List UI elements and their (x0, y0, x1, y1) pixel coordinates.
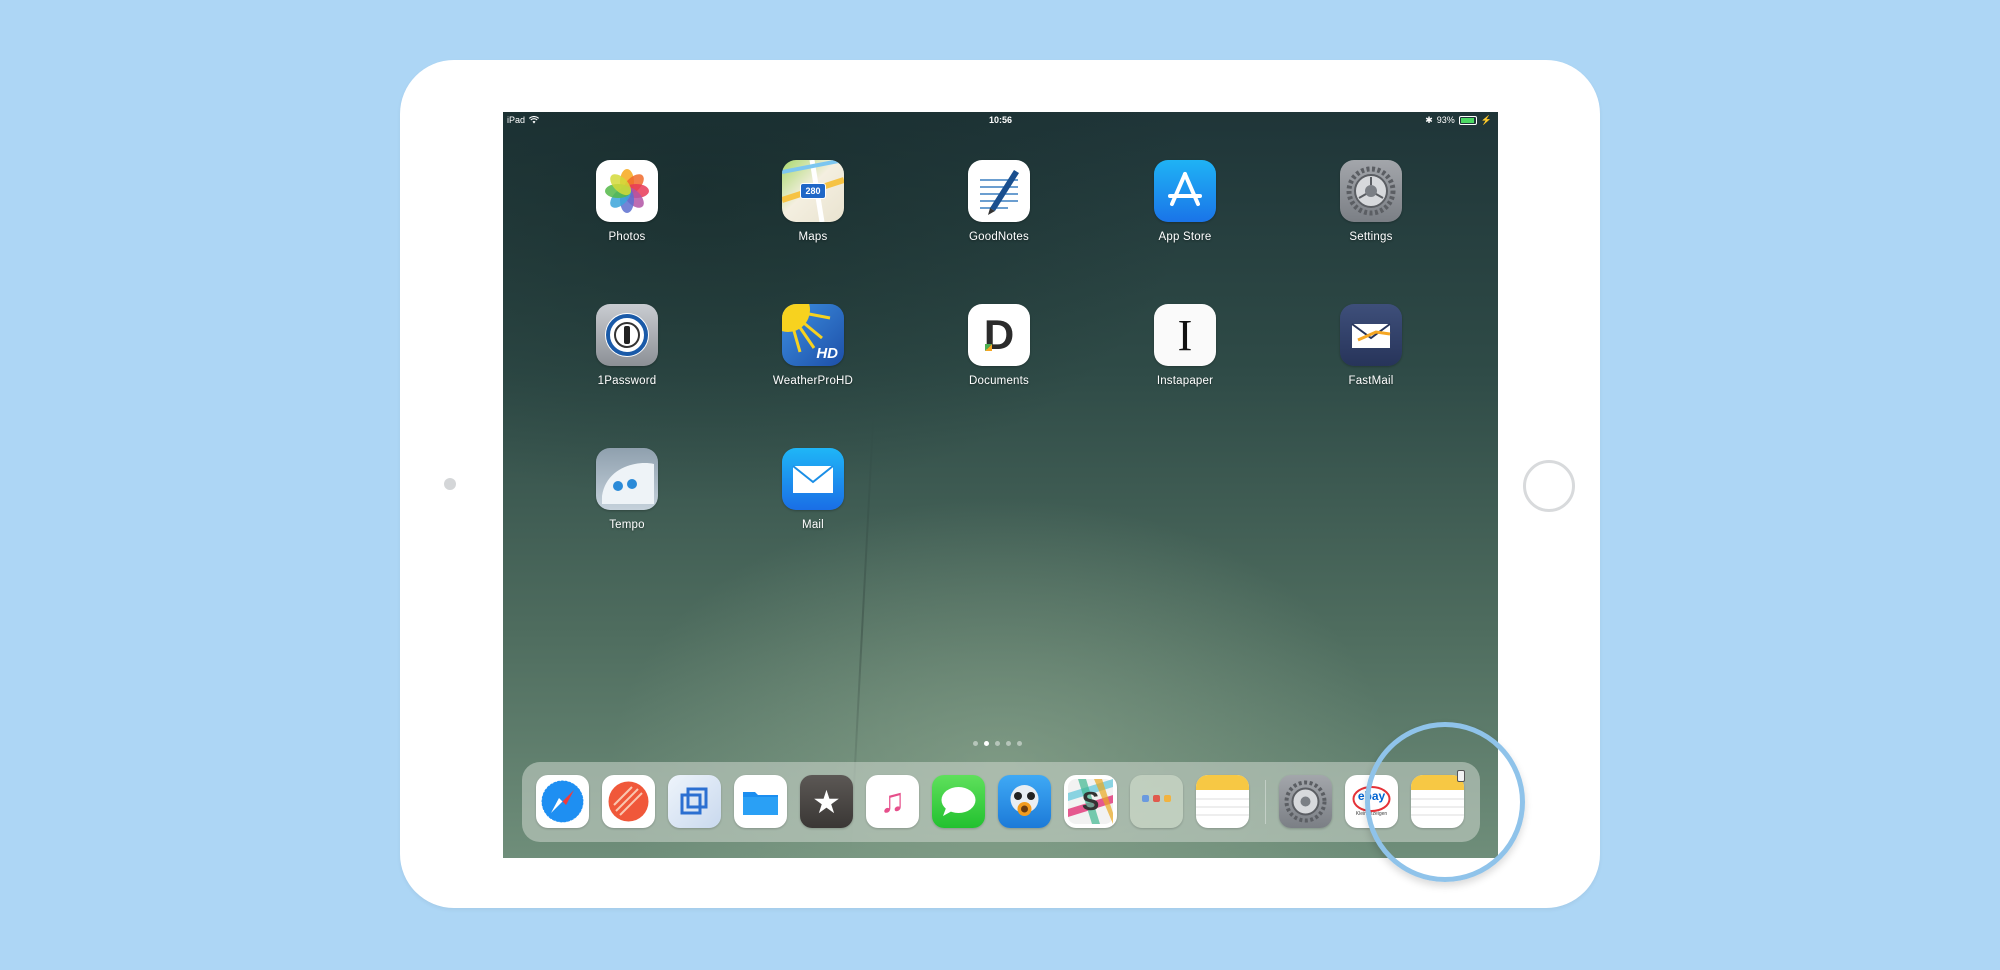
dock-divider (1265, 780, 1266, 824)
maps-badge: 280 (782, 160, 844, 222)
status-time: 10:56 (988, 115, 1013, 125)
safari-icon[interactable] (536, 775, 589, 828)
front-camera (444, 478, 456, 490)
app-label: Settings (1349, 231, 1393, 243)
dock: ★ ♫ S ebay Kleinanzeigen (522, 762, 1480, 842)
app-store-icon (1154, 160, 1216, 222)
app-photos[interactable]: Photos (562, 160, 692, 243)
settings-icon (1340, 160, 1402, 222)
tempo-icon (596, 448, 658, 510)
screens-icon[interactable] (602, 775, 655, 828)
weatherpro-badge: HD (816, 345, 838, 362)
app-label: Tempo (609, 519, 645, 531)
app-label: Mail (802, 519, 824, 531)
maps-icon: 280 (782, 160, 844, 222)
app-tempo[interactable]: Tempo (562, 448, 692, 531)
app-label: App Store (1158, 231, 1212, 243)
slack-glyph: S (1081, 786, 1100, 816)
status-bar: iPad 10:56 ✱ 93% ⚡ (503, 112, 1498, 128)
tweetbot-icon[interactable] (998, 775, 1051, 828)
app-weatherprohd[interactable]: HD WeatherProHD (748, 304, 878, 387)
page-dot[interactable] (1017, 741, 1022, 746)
app-documents[interactable]: D Documents (934, 304, 1064, 387)
star-glyph: ★ (812, 783, 841, 820)
music-icon[interactable]: ♫ (866, 775, 919, 828)
instapaper-icon: I (1154, 304, 1216, 366)
1password-icon (596, 304, 658, 366)
app-settings[interactable]: Settings (1306, 160, 1436, 243)
charging-icon: ⚡ (1480, 115, 1492, 125)
settings-icon[interactable] (1279, 775, 1332, 828)
page-dot[interactable] (984, 741, 989, 746)
copied-icon[interactable] (668, 775, 721, 828)
status-right: ✱ 93% ⚡ (1425, 112, 1492, 128)
app-maps[interactable]: 280 Maps (748, 160, 878, 243)
battery-level (1460, 117, 1474, 123)
messages-icon[interactable] (932, 775, 985, 828)
app-fastmail[interactable]: FastMail (1306, 304, 1436, 387)
app-goodnotes[interactable]: GoodNotes (934, 160, 1064, 243)
app-1password[interactable]: 1Password (562, 304, 692, 387)
reeder-star-icon[interactable]: ★ (800, 775, 853, 828)
app-label: Photos (608, 231, 646, 243)
page-dot[interactable] (1006, 741, 1011, 746)
music-note-glyph: ♫ (879, 782, 906, 820)
mail-icon (782, 448, 844, 510)
notes-icon[interactable] (1196, 775, 1249, 828)
photos-icon (596, 160, 658, 222)
bluetooth-icon: ✱ (1425, 115, 1433, 125)
app-mail[interactable]: Mail (748, 448, 878, 531)
home-screen: iPad 10:56 ✱ 93% ⚡ Photos 280 Maps GoodN… (503, 112, 1498, 858)
app-label: Documents (969, 375, 1029, 387)
app-instapaper[interactable]: I Instapaper (1120, 304, 1250, 387)
page-dot[interactable] (995, 741, 1000, 746)
goodnotes-icon (968, 160, 1030, 222)
page-dot[interactable] (973, 741, 978, 746)
documents-icon: D (968, 304, 1030, 366)
app-label: WeatherProHD (772, 375, 854, 387)
files-icon[interactable] (734, 775, 787, 828)
app-label: FastMail (1348, 375, 1394, 387)
app-label: Instapaper (1156, 375, 1214, 387)
folder-icon[interactable] (1130, 775, 1183, 828)
app-label: GoodNotes (969, 231, 1029, 243)
highlight-ring (1365, 722, 1525, 882)
page-indicator[interactable] (973, 741, 1022, 746)
slack-icon[interactable]: S (1064, 775, 1117, 828)
weatherpro-icon: HD (782, 304, 844, 366)
battery-percent: 93% (1436, 115, 1455, 125)
app-app-store[interactable]: App Store (1120, 160, 1250, 243)
fastmail-icon (1340, 304, 1402, 366)
app-label: 1Password (597, 375, 657, 387)
instapaper-glyph: I (1177, 310, 1193, 360)
battery-icon (1458, 115, 1477, 125)
app-label: Maps (798, 231, 828, 243)
home-button[interactable] (1523, 460, 1575, 512)
